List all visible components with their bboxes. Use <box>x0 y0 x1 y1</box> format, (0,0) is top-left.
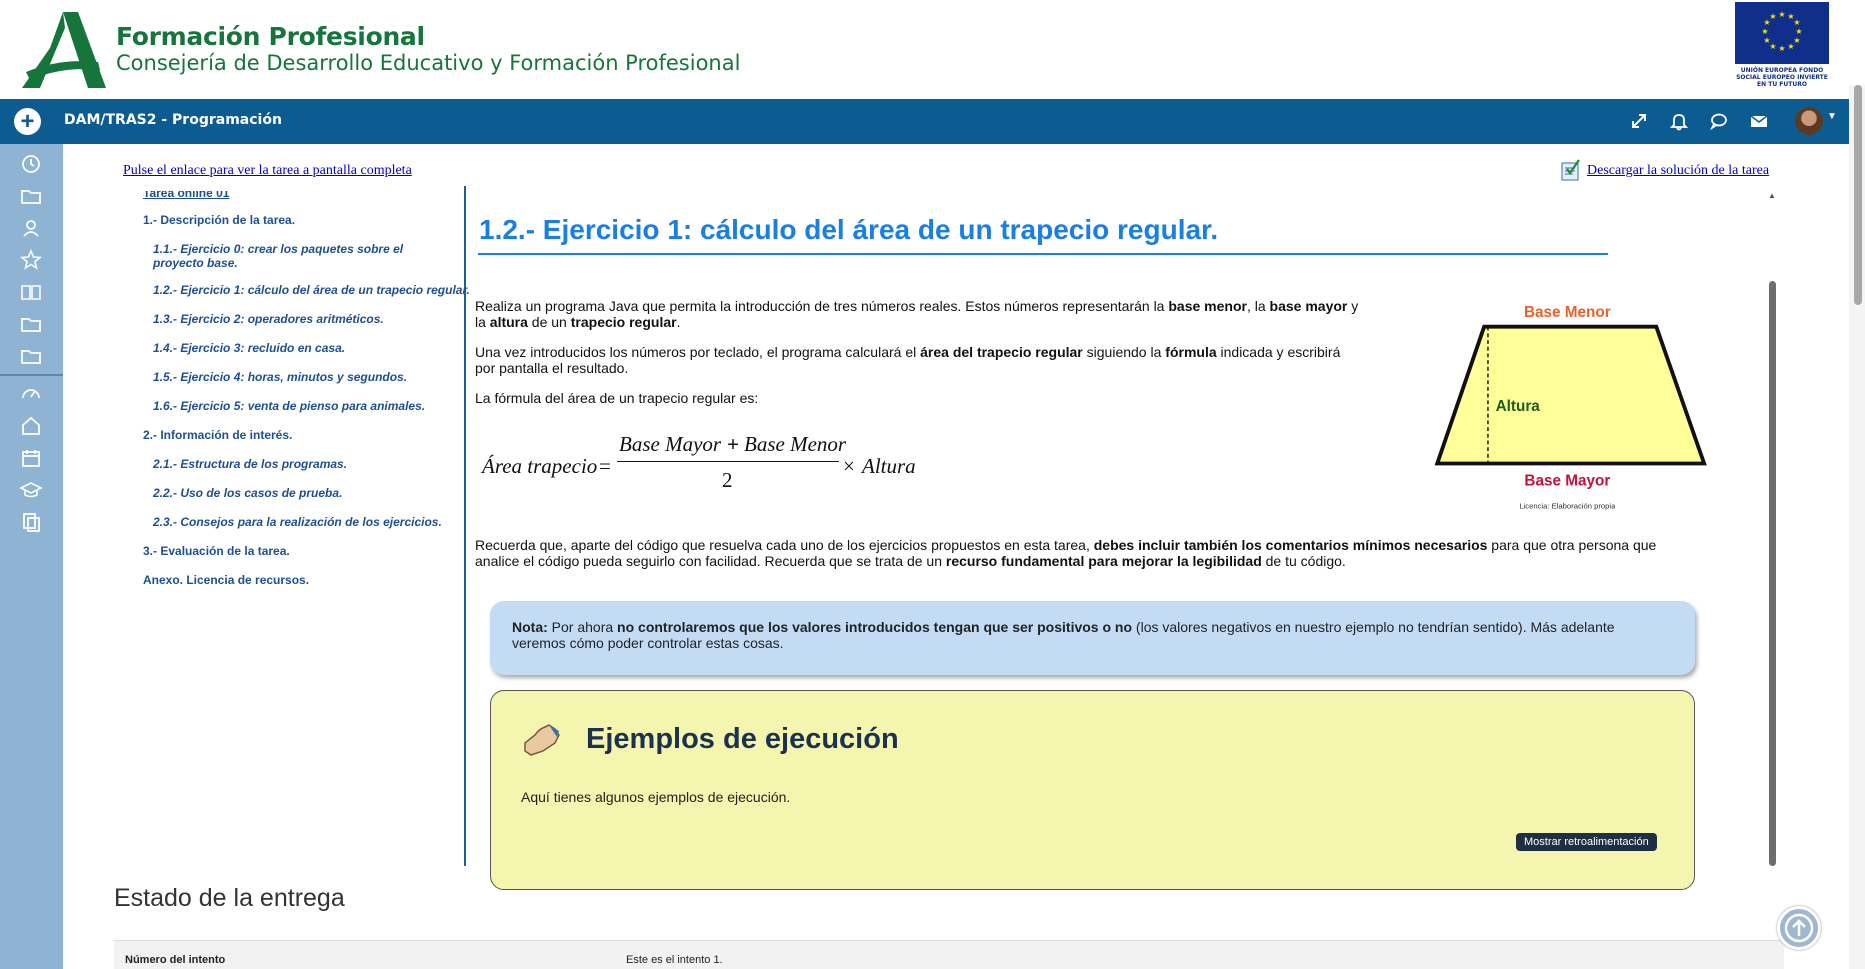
task-frame-scrollbar-thumb[interactable] <box>1769 281 1776 866</box>
eu-caption: UNIÓN EUROPEA FONDO SOCIAL EUROPEO INVIE… <box>1736 67 1828 88</box>
calendar-icon[interactable] <box>19 446 43 470</box>
eu-logo: ★ ★ ★ ★ ★ ★ ★ ★ ★ ★ ★ ★ UNIÓN EUROPEA FONDO SOCI… <box>1734 2 1830 90</box>
drawer-toggle-button[interactable]: + <box>14 108 41 135</box>
toc-item[interactable]: 1.3.- Ejercicio 2: operadores aritmético… <box>153 312 384 326</box>
toc-item[interactable]: 3.- Evaluación de la tarea. <box>143 544 290 558</box>
toc-item[interactable]: Tarea online 01 <box>143 191 229 200</box>
book-icon[interactable] <box>19 280 43 304</box>
trapezoid-figure: Base Menor Altura Base Mayor Licencia: E… <box>1434 304 1707 510</box>
note-text: Nota: Por ahora no controlaremos que los… <box>512 619 1615 651</box>
examples-title: Ejemplos de ejecución <box>586 723 899 755</box>
back-to-top-button[interactable] <box>1777 906 1821 950</box>
svg-text:★: ★ <box>1778 10 1785 19</box>
folder-icon[interactable] <box>19 184 43 208</box>
gauge-icon[interactable] <box>19 382 43 406</box>
site-header: Formación Profesional Consejería de Desa… <box>0 0 1865 99</box>
examples-text: Aquí tienes algunos ejemplos de ejecució… <box>521 789 791 805</box>
note-box: Nota: Por ahora no controlaremos que los… <box>490 601 1695 675</box>
download-solution-icon[interactable] <box>1561 159 1581 181</box>
article-title: 1.2.- Ejercicio 1: cálculo del área de u… <box>479 214 1219 245</box>
svg-text:★: ★ <box>1763 36 1770 45</box>
page-scrollbar-thumb[interactable] <box>1854 85 1862 305</box>
users-icon[interactable] <box>19 216 43 240</box>
download-solution-link[interactable]: Descargar la solución de la tarea <box>1587 163 1769 179</box>
svg-text:★: ★ <box>1761 27 1768 36</box>
paragraph-comments: Recuerda que, aparte del código que resu… <box>475 537 1657 569</box>
svg-text:★: ★ <box>1778 44 1785 53</box>
brand-subtitle: Consejería de Desarrollo Educativo y For… <box>116 51 741 75</box>
figure-caption: Licencia: Elaboración propia <box>1519 501 1616 510</box>
rail-divider <box>0 374 63 376</box>
svg-text:★: ★ <box>1793 18 1800 27</box>
left-sidebar-rail <box>0 144 63 969</box>
course-title[interactable]: DAM/TRAS2 - Programación <box>64 112 282 128</box>
svg-text:★: ★ <box>1787 42 1794 51</box>
junta-andalucia-logo[interactable] <box>20 10 106 90</box>
submission-status-table: Número del intento Este es el intento 1. <box>114 940 1784 969</box>
base-mayor-label: Base Mayor <box>1524 472 1610 489</box>
area-formula: Área trapecio = Base Mayor + Base Menor … <box>482 432 916 492</box>
toc-item[interactable]: Anexo. Licencia de recursos. <box>143 573 309 587</box>
examples-box: Ejemplos de ejecución Aquí tienes alguno… <box>490 690 1695 890</box>
svg-text:★: ★ <box>1769 12 1776 21</box>
expand-icon[interactable] <box>1628 110 1650 132</box>
user-avatar[interactable] <box>1795 107 1823 135</box>
paragraph-keyboard: Una vez introducidos los números por tec… <box>475 344 1341 376</box>
submission-status-heading: Estado de la entrega <box>114 884 345 912</box>
toc-item[interactable]: 1.4.- Ejercicio 3: recluido en casa. <box>153 341 345 355</box>
brand-title: Formación Profesional <box>116 22 425 51</box>
thumbs-up-icon <box>524 724 560 756</box>
folder-icon[interactable] <box>19 312 43 336</box>
toc-item[interactable]: 2.2.- Uso de los casos de prueba. <box>153 486 342 500</box>
task-frame-scrollbar[interactable]: ▲ <box>1768 191 1778 866</box>
page-scrollbar[interactable] <box>1849 85 1865 969</box>
star-icon[interactable] <box>19 248 43 272</box>
scroll-up-arrow-icon[interactable]: ▲ <box>1768 191 1776 200</box>
top-navbar: + DAM/TRAS2 - Programación ▼ <box>0 99 1865 144</box>
title-underline <box>478 253 1608 255</box>
toc-item[interactable]: 2.- Información de interés. <box>143 428 292 442</box>
show-feedback-button[interactable]: Mostrar retroalimentación <box>1516 833 1657 851</box>
fullscreen-task-link[interactable]: Pulse el enlace para ver la tarea a pant… <box>123 163 412 179</box>
altura-label: Altura <box>1496 398 1541 415</box>
svg-text:★: ★ <box>1795 27 1802 36</box>
clock-icon[interactable] <box>19 152 43 176</box>
toc-item[interactable]: 1.- Descripción de la tarea. <box>143 213 295 227</box>
copy-icon[interactable] <box>19 510 43 534</box>
base-menor-label: Base Menor <box>1524 304 1611 321</box>
graduation-icon[interactable] <box>19 478 43 502</box>
table-row-value: Este es el intento 1. <box>626 954 723 966</box>
paragraph-formula-intro: La fórmula del área de un trapecio regul… <box>475 390 759 406</box>
toc-item[interactable]: 2.1.- Estructura de los programas. <box>153 457 347 471</box>
eu-flag-icon: ★ ★ ★ ★ ★ ★ ★ ★ ★ ★ ★ ★ <box>1735 2 1829 64</box>
arrow-up-icon <box>1784 913 1814 943</box>
bell-icon[interactable] <box>1668 110 1690 132</box>
folder-icon[interactable] <box>19 344 43 368</box>
paragraph-intro: Realiza un programa Java que permita la … <box>475 298 1359 330</box>
home-icon[interactable] <box>19 414 43 438</box>
mail-icon[interactable] <box>1748 110 1770 132</box>
table-row-label: Número del intento <box>125 954 226 966</box>
chevron-down-icon[interactable]: ▼ <box>1827 111 1837 122</box>
chat-icon[interactable] <box>1708 110 1730 132</box>
